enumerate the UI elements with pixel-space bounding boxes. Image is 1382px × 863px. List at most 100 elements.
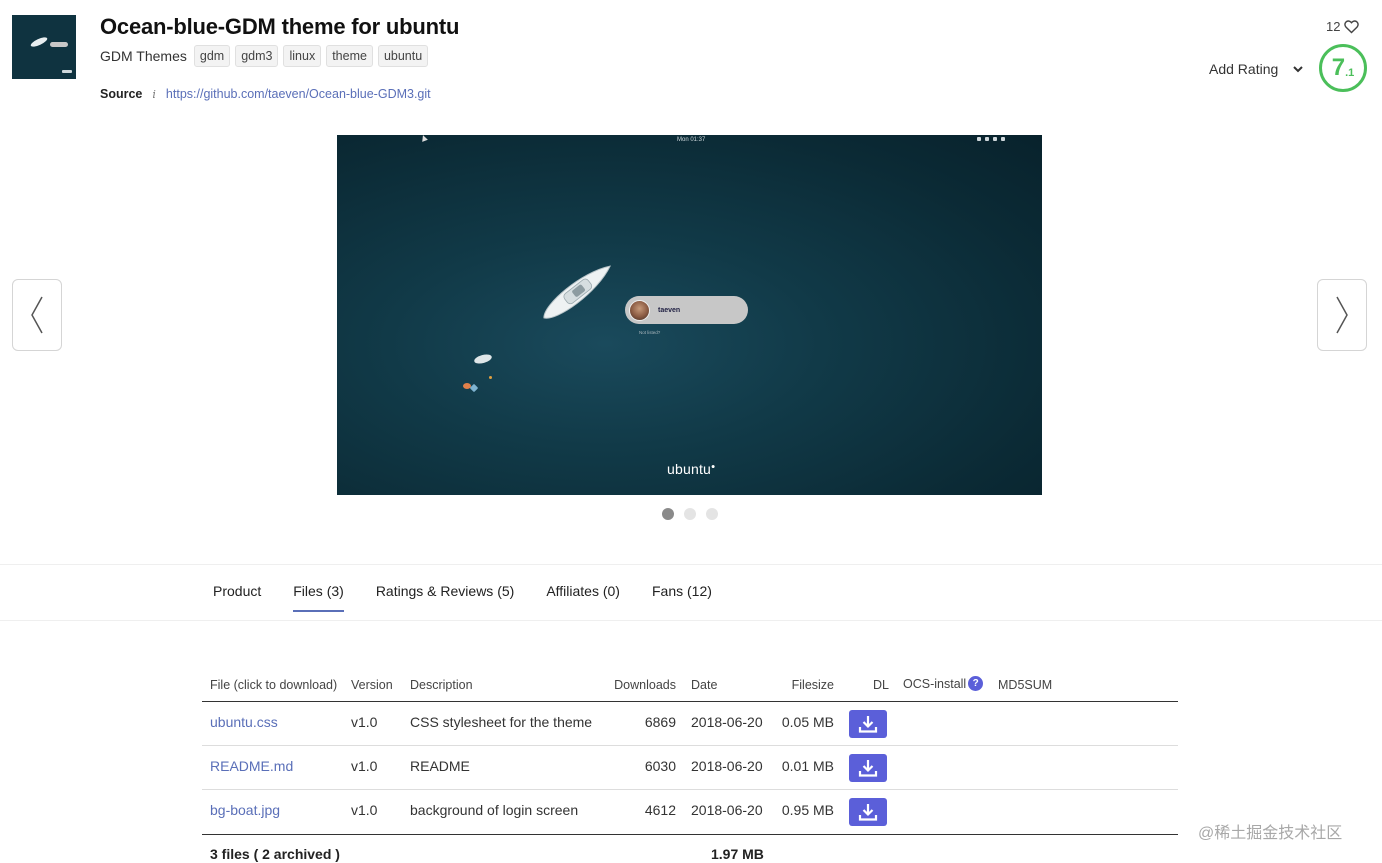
score-major: 7 xyxy=(1331,54,1346,81)
product-thumbnail[interactable] xyxy=(12,15,76,79)
carousel-next-button[interactable] xyxy=(1317,279,1367,351)
tab-ratings-reviews[interactable]: Ratings & Reviews (5) xyxy=(376,583,515,612)
file-downloads: 6030 xyxy=(644,758,676,774)
file-version: v1.0 xyxy=(351,758,378,774)
category-tags-row: GDM Themes gdm gdm3 linux theme ubuntu xyxy=(100,45,429,67)
likes-counter[interactable]: 12 xyxy=(1326,18,1360,35)
mouse-cursor-icon xyxy=(420,135,428,142)
download-icon xyxy=(858,760,878,777)
header-date: Date xyxy=(691,678,718,692)
file-size: 0.01 MB xyxy=(781,758,834,774)
carousel-dot-3[interactable] xyxy=(706,508,718,520)
system-tray xyxy=(977,137,1005,141)
table-row: ubuntu.css v1.0 CSS stylesheet for the t… xyxy=(202,702,1178,746)
login-user-pill: taeven xyxy=(625,296,748,324)
float-graphic xyxy=(469,383,479,393)
rating-score-badge: 7 .1 xyxy=(1319,44,1367,92)
screenshot-preview[interactable]: Mon 01:37 taeven Not listed? ubuntu● xyxy=(337,135,1042,495)
header-filesize: Filesize xyxy=(791,678,834,692)
chevron-left-icon xyxy=(31,296,43,334)
header-md5sum: MD5SUM xyxy=(998,678,1053,692)
source-link[interactable]: https://github.com/taeven/Ocean-blue-GDM… xyxy=(166,87,431,101)
header-ocs-install: OCS-install ? xyxy=(903,676,984,691)
file-description: CSS stylesheet for the theme xyxy=(410,714,593,730)
likes-count: 12 xyxy=(1326,19,1341,34)
header-dl: DL xyxy=(873,678,889,692)
add-rating-label: Add Rating xyxy=(1209,61,1279,77)
files-total-size: 1.97 MB xyxy=(711,846,764,862)
ubuntu-logo: ubuntu● xyxy=(667,461,716,477)
thumbnail-login-pill xyxy=(50,42,68,47)
help-icon[interactable]: ? xyxy=(968,676,984,691)
file-link[interactable]: README.md xyxy=(210,758,293,774)
chevron-down-icon xyxy=(1293,66,1303,73)
files-count: 3 files ( 2 archived ) xyxy=(210,846,340,862)
file-version: v1.0 xyxy=(351,714,378,730)
header-ocs-label: OCS-install xyxy=(903,676,967,691)
file-size: 0.95 MB xyxy=(781,802,834,818)
not-listed-link: Not listed? xyxy=(639,330,661,335)
tag-ubuntu[interactable]: ubuntu xyxy=(377,45,429,67)
file-description: README xyxy=(410,758,470,774)
file-version: v1.0 xyxy=(351,802,378,818)
file-link[interactable]: ubuntu.css xyxy=(210,714,278,730)
heart-icon[interactable] xyxy=(1343,18,1360,35)
file-date: 2018-06-20 xyxy=(691,714,763,730)
float-graphic xyxy=(489,376,492,379)
tab-affiliates[interactable]: Affiliates (0) xyxy=(546,583,620,612)
user-avatar xyxy=(629,299,650,321)
table-row: README.md v1.0 README 6030 2018-06-20 0.… xyxy=(202,746,1178,790)
carousel-dot-1[interactable] xyxy=(662,508,674,520)
tab-fans[interactable]: Fans (12) xyxy=(652,583,712,612)
download-button[interactable] xyxy=(849,798,887,826)
file-downloads: 6869 xyxy=(644,714,676,730)
download-icon xyxy=(858,804,878,821)
tag-linux[interactable]: linux xyxy=(283,45,322,67)
watermark: @稀土掘金技术社区 xyxy=(1198,825,1343,842)
page-title: Ocean-blue-GDM theme for ubuntu xyxy=(100,14,460,39)
tab-product[interactable]: Product xyxy=(213,583,261,612)
file-date: 2018-06-20 xyxy=(691,758,763,774)
file-link[interactable]: bg-boat.jpg xyxy=(210,802,280,818)
add-rating-dropdown[interactable]: Add Rating xyxy=(1209,61,1304,77)
header-downloads: Downloads xyxy=(614,678,676,692)
accessibility-icon xyxy=(977,137,981,141)
network-icon xyxy=(985,137,989,141)
topbar-clock: Mon 01:37 xyxy=(677,137,706,143)
files-table: File (click to download) Version Descrip… xyxy=(202,676,1178,863)
source-label: Source xyxy=(100,87,143,101)
tab-bar: Product Files (3) Ratings & Reviews (5) … xyxy=(0,564,1382,621)
info-icon[interactable]: i xyxy=(152,88,156,101)
tag-gdm3[interactable]: gdm3 xyxy=(235,45,279,67)
header-description: Description xyxy=(410,678,473,692)
download-icon xyxy=(858,716,878,733)
volume-icon xyxy=(993,137,997,141)
file-date: 2018-06-20 xyxy=(691,802,763,818)
dinghy-graphic xyxy=(473,352,493,366)
header-version: Version xyxy=(351,678,393,692)
tab-files[interactable]: Files (3) xyxy=(293,583,344,612)
download-button[interactable] xyxy=(849,710,887,738)
chevron-right-icon xyxy=(1336,296,1348,334)
carousel-dot-2[interactable] xyxy=(684,508,696,520)
table-row: bg-boat.jpg v1.0 background of login scr… xyxy=(202,790,1178,834)
files-table-header: File (click to download) Version Descrip… xyxy=(202,676,1178,702)
carousel-prev-button[interactable] xyxy=(12,279,62,351)
battery-icon xyxy=(1001,137,1005,141)
category-link[interactable]: GDM Themes xyxy=(100,48,187,64)
files-table-footer: 3 files ( 2 archived ) 1.97 MB xyxy=(202,834,1178,863)
file-description: background of login screen xyxy=(410,802,579,818)
tag-gdm[interactable]: gdm xyxy=(193,45,231,67)
thumbnail-logo xyxy=(62,70,72,73)
yacht-graphic xyxy=(543,265,611,319)
score-minor: .1 xyxy=(1345,67,1355,79)
thumbnail-boat xyxy=(29,35,49,49)
carousel-indicators xyxy=(662,508,718,520)
header-file: File (click to download) xyxy=(210,678,338,692)
file-size: 0.05 MB xyxy=(781,714,834,730)
tag-theme[interactable]: theme xyxy=(326,45,373,67)
source-row: Source i https://github.com/taeven/Ocean… xyxy=(100,87,431,101)
file-downloads: 4612 xyxy=(644,802,676,818)
login-username: taeven xyxy=(658,306,681,314)
download-button[interactable] xyxy=(849,754,887,782)
